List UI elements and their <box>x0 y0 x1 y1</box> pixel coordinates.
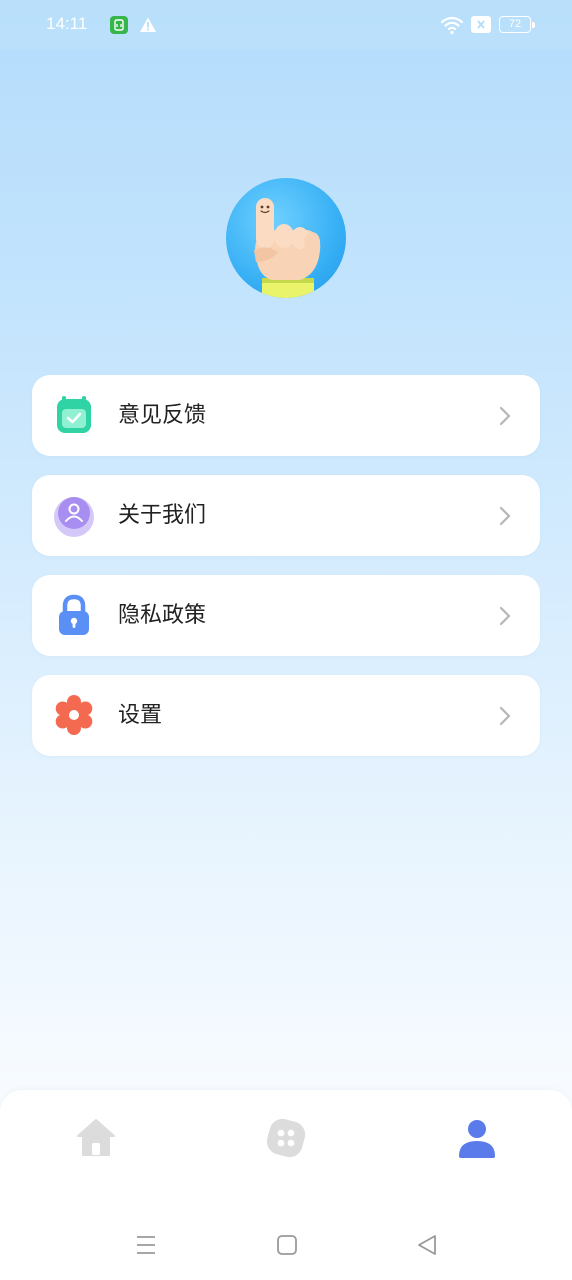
menu-item-about[interactable]: 关于我们 <box>32 475 540 556</box>
sim-x-icon <box>471 16 491 33</box>
status-bar: 14:11 72 <box>0 0 572 50</box>
tab-apps[interactable] <box>264 1116 308 1160</box>
lock-icon <box>52 593 96 637</box>
chevron-right-icon <box>498 505 512 527</box>
tab-home[interactable] <box>74 1116 118 1160</box>
home-icon <box>77 1119 115 1156</box>
avatar[interactable] <box>226 178 346 298</box>
menu-item-privacy[interactable]: 隐私政策 <box>32 575 540 656</box>
gear-icon <box>52 693 96 737</box>
feedback-calendar-icon <box>52 393 96 437</box>
menu-item-label: 隐私政策 <box>118 603 207 628</box>
chevron-right-icon <box>498 705 512 727</box>
dice-icon <box>266 1118 306 1158</box>
system-menu-button[interactable] <box>133 1232 159 1258</box>
settings-menu: 意见反馈 关于我们 隐私政策 设置 <box>32 375 540 775</box>
chevron-right-icon <box>498 405 512 427</box>
app-notification-icon <box>110 16 128 34</box>
user-icon <box>459 1120 495 1158</box>
menu-item-settings[interactable]: 设置 <box>32 675 540 756</box>
about-user-icon <box>52 493 96 537</box>
wifi-icon <box>440 15 464 35</box>
warning-icon <box>139 16 157 34</box>
system-home-button[interactable] <box>274 1232 300 1258</box>
battery-tip <box>532 22 535 28</box>
battery-icon: 72 <box>499 16 531 33</box>
chevron-right-icon <box>498 605 512 627</box>
menu-icon <box>137 1236 155 1254</box>
system-back-button[interactable] <box>414 1232 440 1258</box>
menu-item-label: 设置 <box>118 703 163 728</box>
home-square-icon <box>277 1235 297 1255</box>
menu-item-feedback[interactable]: 意见反馈 <box>32 375 540 456</box>
tab-profile[interactable] <box>455 1116 499 1160</box>
menu-item-label: 意见反馈 <box>118 403 207 428</box>
pointing-finger-avatar <box>254 198 321 298</box>
menu-item-label: 关于我们 <box>118 503 207 528</box>
status-time: 14:11 <box>46 14 88 33</box>
back-triangle-icon <box>418 1235 436 1255</box>
